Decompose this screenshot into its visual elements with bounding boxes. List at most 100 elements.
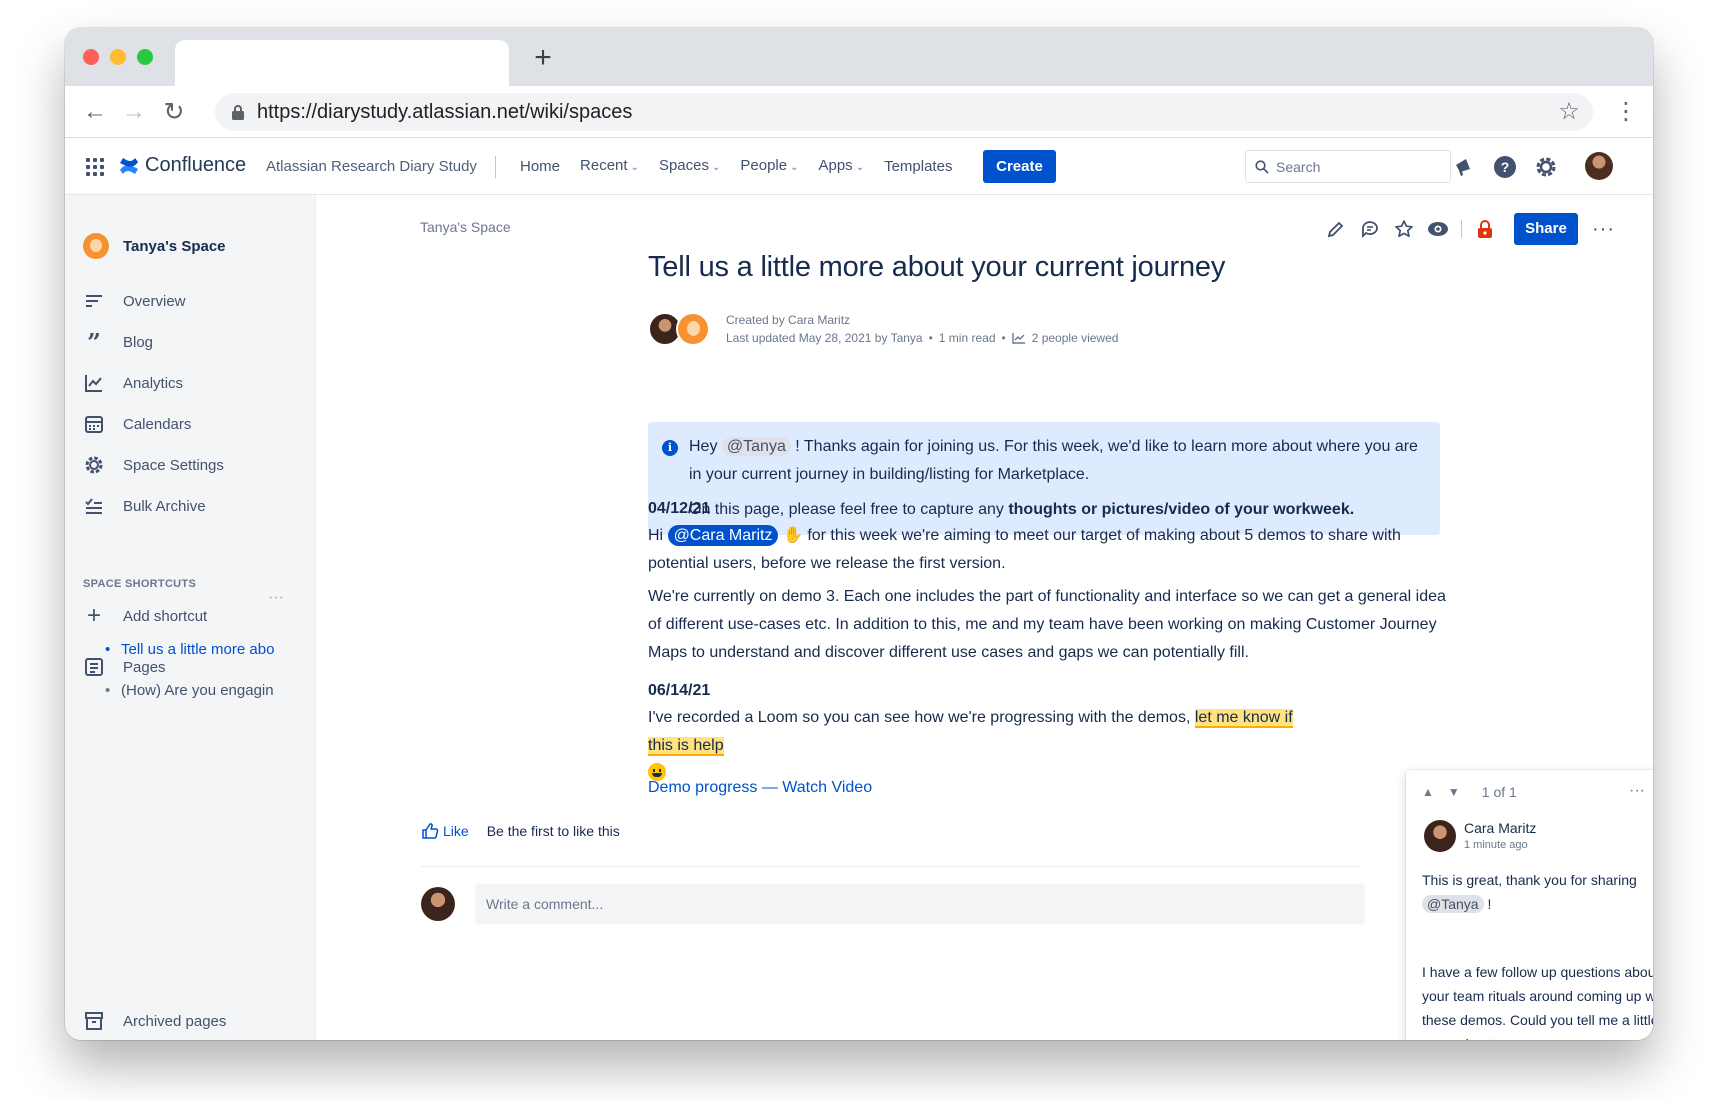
gear-icon — [85, 456, 103, 474]
page-tree-item-active[interactable]: • Tell us a little more abo — [105, 641, 305, 658]
bullet-icon: • — [105, 641, 111, 658]
comment-body-2: I have a few follow up questions about y… — [1422, 964, 1653, 1040]
sidebar-space-name: Tanya's Space — [123, 237, 226, 255]
mention-tanya[interactable]: @Tanya — [721, 437, 791, 456]
avatar — [676, 312, 710, 346]
reload-button[interactable]: ↻ — [156, 94, 192, 130]
info-panel-line2: On this page, please feel free to captur… — [689, 501, 1354, 519]
browser-tab-active[interactable] — [175, 40, 509, 86]
comment-input[interactable] — [475, 884, 1365, 924]
calendar-icon — [85, 416, 103, 433]
sidebar-item-calendars[interactable]: Calendars — [83, 409, 191, 439]
comment-time: 1 minute ago — [1464, 839, 1528, 851]
like-button[interactable]: Like — [421, 822, 469, 840]
nav-spaces-label: Spaces — [658, 157, 709, 174]
add-shortcut-button[interactable]: + Add shortcut — [83, 601, 207, 631]
pages-icon — [85, 658, 103, 676]
star-icon[interactable] — [1387, 213, 1421, 245]
sidebar-item-analytics[interactable]: Analytics — [83, 368, 183, 398]
share-button[interactable]: Share — [1514, 213, 1578, 245]
notifications-megaphone-icon[interactable] — [1450, 153, 1478, 181]
created-by-text: Created by Cara Maritz — [726, 313, 851, 327]
sidebar-space-header[interactable]: Tanya's Space — [83, 233, 226, 259]
close-window-button[interactable] — [83, 49, 99, 65]
bookmark-star-icon[interactable]: ☆ — [1555, 98, 1583, 126]
sidebar-item-label: Calendars — [123, 415, 192, 433]
page-tree-item[interactable]: • (How) Are you engagin — [105, 682, 305, 699]
app-switcher-grid-icon[interactable] — [85, 157, 105, 177]
plus-icon: + — [86, 602, 101, 629]
new-tab-button[interactable]: + — [525, 40, 561, 76]
nav-spaces[interactable]: Spaces ⌄ — [649, 138, 730, 196]
settings-gear-icon[interactable] — [1532, 153, 1560, 181]
confluence-logo-icon — [120, 157, 138, 174]
nav-templates[interactable]: Templates — [874, 139, 962, 195]
nav-home[interactable]: Home — [510, 139, 570, 195]
p3-text: I've recorded a Loom so you can see how … — [648, 709, 1191, 726]
chevron-down-icon: ⌄ — [855, 162, 865, 173]
video-link[interactable]: Demo progress — Watch Video — [648, 779, 872, 797]
mention-cara-maritz[interactable]: @Cara Maritz — [667, 525, 779, 546]
site-title[interactable]: Atlassian Research Diary Study — [266, 139, 477, 195]
url-text: https://diarystudy.atlassian.net/wiki/sp… — [257, 101, 633, 123]
comment-icon[interactable] — [1353, 213, 1387, 245]
nav-recent[interactable]: Recent ⌄ — [570, 138, 649, 196]
help-icon[interactable]: ? — [1491, 153, 1519, 181]
edit-pencil-icon[interactable] — [1319, 213, 1353, 245]
sidebar-item-bulk-archive[interactable]: Bulk Archive — [83, 491, 206, 521]
breadcrumb[interactable]: Tanya's Space — [420, 219, 511, 235]
info-line1: ! Thanks again for joining us. For this … — [689, 438, 1418, 483]
mention-tanya[interactable]: @Tanya — [1422, 895, 1484, 913]
address-bar[interactable]: https://diarystudy.atlassian.net/wiki/sp… — [215, 93, 1593, 131]
maximize-window-button[interactable] — [137, 49, 153, 65]
minimize-window-button[interactable] — [110, 49, 126, 65]
nav-people[interactable]: People ⌄ — [730, 138, 808, 196]
chevron-up-icon[interactable]: ▲ — [1422, 785, 1434, 799]
last-updated-text[interactable]: Last updated May 28, 2021 by Tanya — [726, 331, 923, 345]
sidebar-item-overview[interactable]: Overview — [83, 286, 186, 316]
watch-eye-icon[interactable] — [1421, 213, 1455, 245]
restrictions-lock-icon[interactable] — [1468, 213, 1502, 245]
info-line2-pre: On this page, please feel free to captur… — [689, 501, 1004, 518]
inline-comment-panel: ▲ ▼ 1 of 1 ··· ✕ Cara Maritz 1 minute ag… — [1406, 770, 1653, 1040]
like-row: Like Be the first to like this — [421, 822, 620, 840]
chevron-down-icon: ⌄ — [711, 162, 721, 173]
comment-text-end: ! — [1487, 896, 1492, 912]
search-input[interactable] — [1276, 151, 1446, 182]
byline-meta: Last updated May 28, 2021 by Tanya • 1 m… — [726, 331, 1118, 345]
avatar — [1424, 820, 1456, 852]
people-viewed-text[interactable]: 2 people viewed — [1032, 331, 1119, 345]
comment-author[interactable]: Cara Maritz — [1464, 820, 1536, 836]
sidebar-item-label: Pages — [123, 658, 166, 676]
sidebar-item-label: Space Settings — [123, 456, 224, 474]
archived-pages-link[interactable]: Archived pages — [83, 1010, 226, 1032]
pages-more-icon[interactable]: ··· — [268, 589, 284, 607]
browser-toolbar: ← → ↻ https://diarystudy.atlassian.net/w… — [65, 86, 1653, 138]
date-heading: 04/12/21 — [648, 500, 711, 517]
create-button[interactable]: Create — [983, 150, 1056, 183]
user-avatar[interactable] — [1585, 152, 1613, 180]
confluence-logo[interactable]: Confluence — [119, 154, 246, 177]
forward-button[interactable]: → — [116, 94, 152, 130]
sidebar-item-blog[interactable]: ” Blog — [83, 327, 153, 357]
space-shortcuts-heading: SPACE SHORTCUTS — [83, 578, 197, 590]
page-actions: Share ··· — [1319, 213, 1615, 245]
archived-pages-label: Archived pages — [123, 1012, 227, 1030]
separator-dot: • — [1001, 331, 1006, 345]
browser-menu-icon[interactable]: ⋮ — [1611, 94, 1641, 130]
back-button[interactable]: ← — [77, 94, 113, 130]
avatar — [421, 887, 455, 921]
sidebar-item-space-settings[interactable]: Space Settings — [83, 450, 224, 480]
space-sidebar: Tanya's Space Overview ” Blog Analytics … — [65, 195, 316, 1040]
more-actions-icon[interactable]: ··· — [1592, 218, 1615, 241]
comment-more-icon[interactable]: ··· — [1629, 782, 1645, 800]
browser-window: + ← → ↻ https://diarystudy.atlassian.net… — [65, 28, 1653, 1040]
chevron-down-icon[interactable]: ▼ — [1448, 785, 1460, 799]
info-panel: i Hey @Tanya ! Thanks again for joining … — [648, 422, 1440, 535]
date-heading: 06/14/21 — [648, 682, 711, 699]
contributors-avatars[interactable] — [648, 311, 718, 347]
confluence-logo-text: Confluence — [145, 154, 247, 176]
sidebar-item-label: Blog — [123, 333, 154, 351]
info-line2-bold: thoughts or pictures/video of your workw… — [1008, 501, 1355, 518]
nav-apps[interactable]: Apps ⌄ — [808, 138, 874, 196]
